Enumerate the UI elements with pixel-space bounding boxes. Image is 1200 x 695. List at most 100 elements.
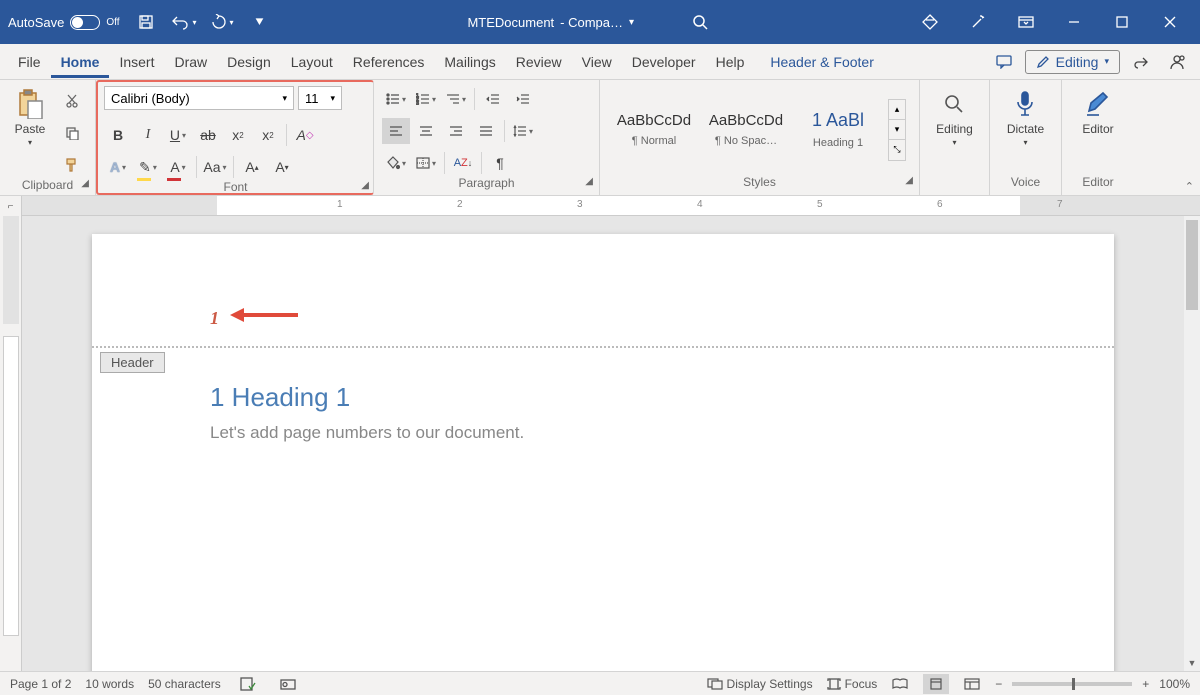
sort-button[interactable]: AZ↓ xyxy=(449,150,477,176)
shading-button[interactable] xyxy=(382,150,410,176)
title-dropdown-icon[interactable]: ▾ xyxy=(629,17,634,28)
font-name-combo[interactable]: Calibri (Body)▾ xyxy=(104,86,294,110)
search-icon[interactable] xyxy=(686,8,714,36)
spellcheck-icon[interactable] xyxy=(235,674,261,694)
status-chars[interactable]: 50 characters xyxy=(148,677,221,691)
comments-icon[interactable] xyxy=(989,47,1019,77)
line-spacing-button[interactable] xyxy=(509,118,537,144)
read-mode-icon[interactable] xyxy=(887,674,913,694)
tab-view[interactable]: View xyxy=(572,46,622,78)
save-icon[interactable] xyxy=(132,8,160,36)
font-launcher-icon[interactable]: ◢ xyxy=(361,180,369,191)
autosave-toggle[interactable]: AutoSave Off xyxy=(8,15,120,30)
close-button[interactable] xyxy=(1148,6,1192,38)
tab-references[interactable]: References xyxy=(343,46,435,78)
styles-gallery-scroll[interactable]: ▴▾⤡ xyxy=(888,99,906,161)
tab-mailings[interactable]: Mailings xyxy=(434,46,505,78)
styles-launcher-icon[interactable]: ◢ xyxy=(905,175,913,186)
strikethrough-button[interactable]: ab xyxy=(194,122,222,148)
editing-button[interactable]: Editing ▾ xyxy=(930,84,979,151)
diamond-icon[interactable] xyxy=(908,6,952,38)
justify-button[interactable] xyxy=(472,118,500,144)
editing-mode-button[interactable]: Editing ▾ xyxy=(1025,50,1120,74)
format-painter-icon[interactable] xyxy=(58,152,86,178)
horizontal-ruler[interactable]: 1 2 3 4 5 6 7 xyxy=(22,196,1200,216)
doc-body-text[interactable]: Let's add page numbers to our document. xyxy=(210,423,996,443)
tab-help[interactable]: Help xyxy=(706,46,755,78)
wand-icon[interactable] xyxy=(956,6,1000,38)
doc-heading[interactable]: 1 Heading 1 xyxy=(210,382,996,413)
zoom-slider[interactable] xyxy=(1012,682,1132,686)
paragraph-launcher-icon[interactable]: ◢ xyxy=(585,176,593,187)
ribbon-options-icon[interactable] xyxy=(1004,6,1048,38)
align-right-button[interactable] xyxy=(442,118,470,144)
style-normal[interactable]: AaBbCcDd¶ Normal xyxy=(612,99,696,161)
display-settings-button[interactable]: Display Settings xyxy=(703,674,817,694)
maximize-button[interactable] xyxy=(1100,6,1144,38)
font-size-combo[interactable]: 11▾ xyxy=(298,86,342,110)
multilevel-list-button[interactable] xyxy=(442,86,470,112)
tab-insert[interactable]: Insert xyxy=(109,46,164,78)
header-page-number[interactable]: 1 xyxy=(210,308,219,329)
shrink-font-button[interactable]: A▾ xyxy=(268,154,296,180)
increase-indent-button[interactable] xyxy=(509,86,537,112)
vertical-ruler[interactable] xyxy=(0,216,22,671)
collapse-ribbon-icon[interactable]: ⌃ xyxy=(1185,180,1194,193)
tab-file[interactable]: File xyxy=(8,46,51,78)
highlight-button[interactable]: ✎ xyxy=(134,154,162,180)
ruler-corner[interactable]: ⌐ xyxy=(0,196,22,216)
minimize-button[interactable] xyxy=(1052,6,1096,38)
tab-layout[interactable]: Layout xyxy=(281,46,343,78)
tab-home[interactable]: Home xyxy=(51,46,110,78)
tab-design[interactable]: Design xyxy=(217,46,281,78)
qat-customize-icon[interactable]: ⯆ xyxy=(246,8,274,36)
paste-button[interactable]: Paste ▾ xyxy=(8,84,52,151)
tab-header-footer[interactable]: Header & Footer xyxy=(760,46,884,78)
tab-draw[interactable]: Draw xyxy=(164,46,217,78)
style-heading1[interactable]: 1 AaBlHeading 1 xyxy=(796,99,880,161)
change-case-button[interactable]: Aa xyxy=(201,154,229,180)
scroll-down-icon[interactable]: ▼ xyxy=(1184,655,1200,671)
tab-developer[interactable]: Developer xyxy=(622,46,706,78)
bold-button[interactable]: B xyxy=(104,122,132,148)
focus-button[interactable]: Focus xyxy=(827,674,878,694)
copy-icon[interactable] xyxy=(58,120,86,146)
show-marks-button[interactable]: ¶ xyxy=(486,150,514,176)
redo-icon[interactable]: ▾ xyxy=(208,8,236,36)
italic-button[interactable]: I xyxy=(134,122,162,148)
header-tag[interactable]: Header xyxy=(100,352,165,373)
scroll-thumb[interactable] xyxy=(1186,220,1198,310)
decrease-indent-button[interactable] xyxy=(479,86,507,112)
align-center-button[interactable] xyxy=(412,118,440,144)
editor-button[interactable]: Editor xyxy=(1076,84,1120,140)
zoom-level[interactable]: 100% xyxy=(1159,677,1190,691)
status-page[interactable]: Page 1 of 2 xyxy=(10,677,71,691)
dictate-button[interactable]: Dictate ▾ xyxy=(1001,84,1050,151)
macros-icon[interactable] xyxy=(275,674,301,694)
text-effects-button[interactable]: A xyxy=(104,154,132,180)
align-left-button[interactable] xyxy=(382,118,410,144)
cut-icon[interactable] xyxy=(58,88,86,114)
clear-formatting-button[interactable]: A◇ xyxy=(291,122,319,148)
web-layout-icon[interactable] xyxy=(959,674,985,694)
page-viewport[interactable]: 1 Header 1 Heading 1 Let's add page numb… xyxy=(22,216,1200,671)
undo-icon[interactable]: ▾ xyxy=(170,8,198,36)
clipboard-launcher-icon[interactable]: ◢ xyxy=(81,178,89,189)
autosave-switch[interactable] xyxy=(70,15,100,30)
bullets-button[interactable] xyxy=(382,86,410,112)
borders-button[interactable] xyxy=(412,150,440,176)
print-layout-icon[interactable] xyxy=(923,674,949,694)
zoom-in-button[interactable]: + xyxy=(1142,677,1149,691)
zoom-out-button[interactable]: − xyxy=(995,677,1002,691)
style-no-spacing[interactable]: AaBbCcDd¶ No Spac… xyxy=(704,99,788,161)
tab-review[interactable]: Review xyxy=(506,46,572,78)
page[interactable]: 1 Header 1 Heading 1 Let's add page numb… xyxy=(92,234,1114,671)
share-icon[interactable] xyxy=(1126,47,1156,77)
font-color-button[interactable]: A xyxy=(164,154,192,180)
numbering-button[interactable]: 123 xyxy=(412,86,440,112)
vertical-scrollbar[interactable]: ▲ ▼ xyxy=(1184,216,1200,671)
grow-font-button[interactable]: A▴ xyxy=(238,154,266,180)
account-icon[interactable] xyxy=(1162,47,1192,77)
status-words[interactable]: 10 words xyxy=(85,677,134,691)
superscript-button[interactable]: x2 xyxy=(254,122,282,148)
